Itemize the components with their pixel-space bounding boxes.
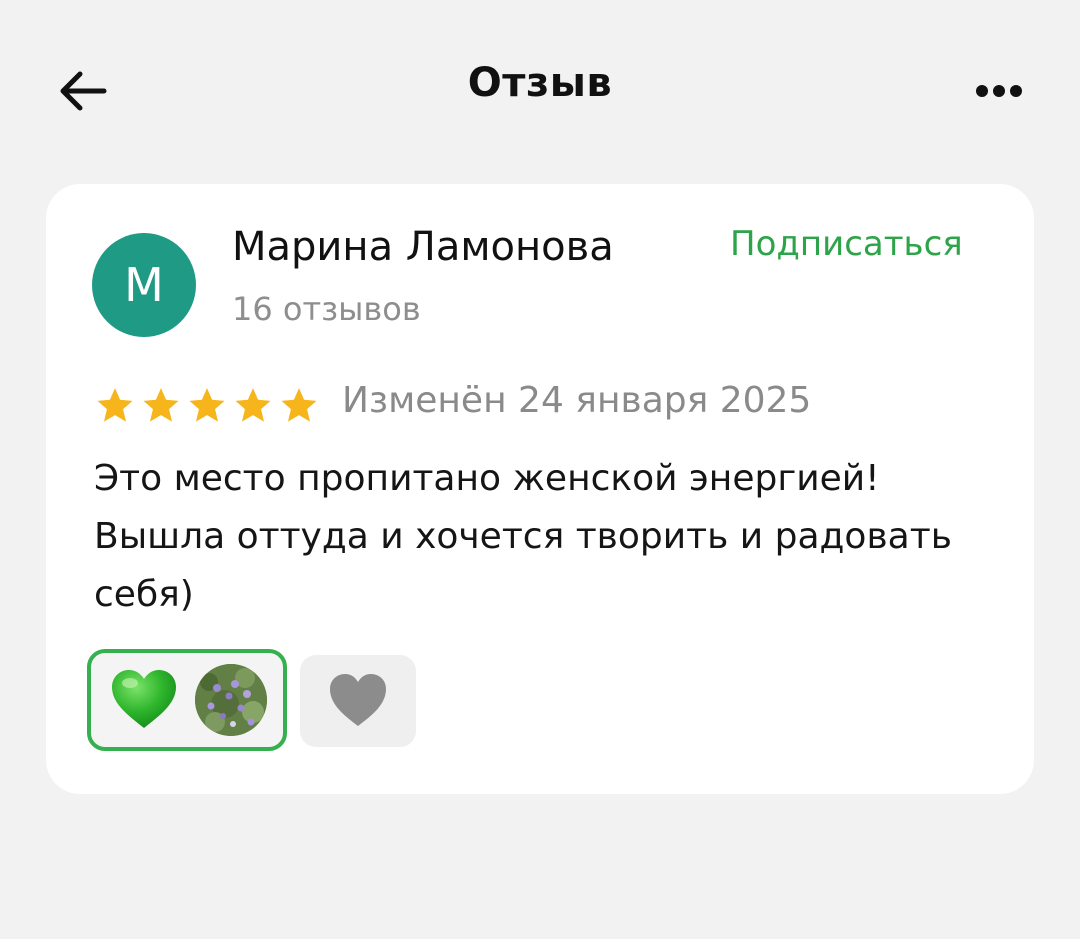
reaction-like-button[interactable] (300, 655, 416, 747)
author-reviews-count: 16 отзывов (232, 290, 421, 328)
reaction-like-button-active[interactable] (87, 649, 287, 751)
green-heart-icon (112, 670, 176, 728)
review-date: Изменён 24 января 2025 (342, 380, 812, 421)
subscribe-button[interactable]: Подписаться (730, 224, 963, 264)
review-card: М Марина Ламонова 16 отзывов Подписаться… (46, 184, 1034, 794)
page-title: Отзыв (467, 60, 613, 106)
avatar[interactable]: М (92, 233, 196, 337)
star-icon (281, 388, 317, 422)
author-name[interactable]: Марина Ламонова (232, 224, 614, 270)
review-text: Это место пропитано женской энергией! Вы… (94, 458, 952, 615)
gray-heart-icon (330, 674, 386, 726)
star-icon (143, 388, 179, 422)
top-bar: Отзыв (0, 0, 1080, 180)
star-icon (97, 388, 133, 422)
more-dots-icon (976, 85, 988, 97)
more-options-button[interactable] (972, 78, 1026, 104)
user-photo-thumbnail (195, 664, 267, 736)
star-icon (189, 388, 225, 422)
star-icon (235, 388, 271, 422)
